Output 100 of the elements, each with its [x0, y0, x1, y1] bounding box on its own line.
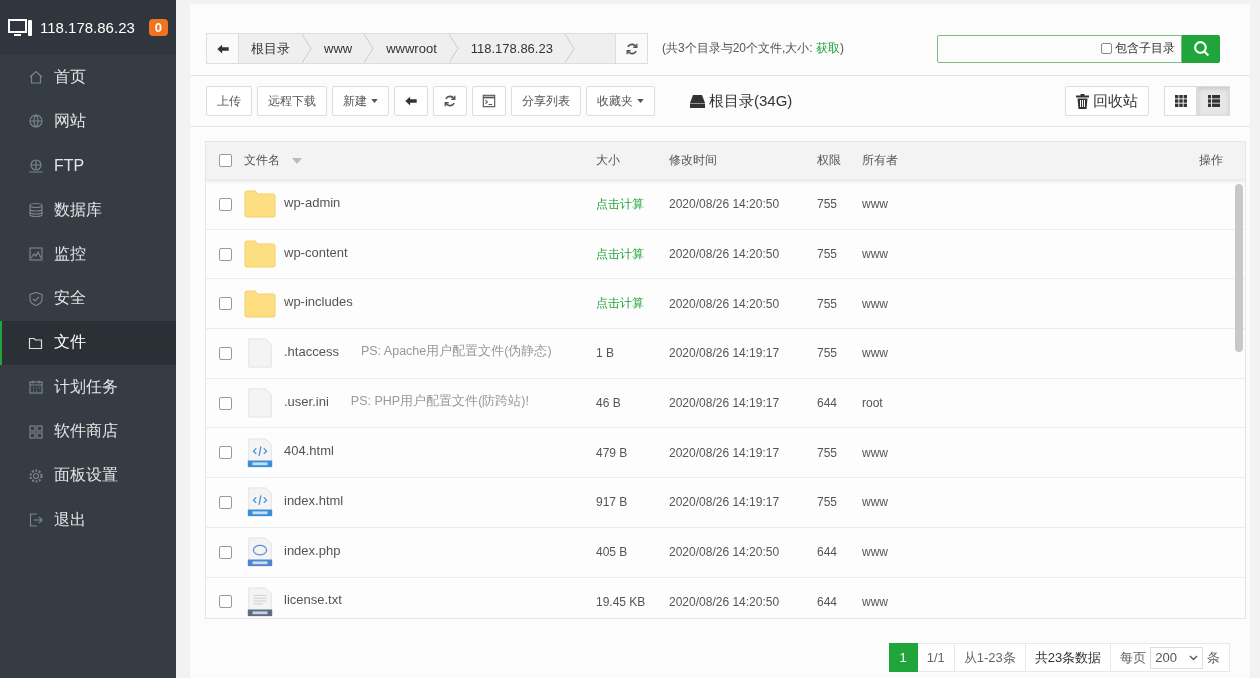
row-checkbox[interactable] [218, 247, 232, 261]
file-name[interactable]: wp-content [284, 244, 348, 260]
hard-drive-icon [690, 94, 705, 108]
file-owner: www [862, 545, 888, 560]
folder-icon [244, 288, 276, 319]
row-checkbox[interactable] [218, 446, 232, 460]
breadcrumb-item[interactable]: wwwroot [374, 34, 449, 63]
row-checkbox[interactable] [218, 297, 232, 311]
per-page-unit: 条 [1207, 648, 1220, 667]
modified-time: 2020/08/26 14:19:17 [669, 396, 780, 411]
file-name[interactable]: wp-includes [284, 294, 353, 310]
modified-time: 2020/08/26 14:20:50 [669, 296, 780, 311]
globe-icon [28, 113, 44, 130]
sidebar-item[interactable]: 计划任务 [0, 365, 176, 410]
checkbox[interactable] [1101, 43, 1112, 54]
search-icon [1192, 40, 1210, 57]
row-checkbox[interactable] [218, 495, 232, 509]
sidebar-item[interactable]: 网站 [0, 99, 176, 144]
sidebar-item[interactable]: 软件商店 [0, 409, 176, 454]
file-size: 405 B [596, 545, 628, 560]
sort-icon[interactable] [292, 157, 302, 164]
file-size: 917 B [596, 495, 628, 510]
terminal-button[interactable] [472, 86, 506, 116]
scrollbar[interactable] [1235, 184, 1243, 352]
caret-icon [371, 99, 378, 103]
row-checkbox[interactable] [218, 346, 232, 360]
breadcrumb-item[interactable]: 根目录 [239, 34, 302, 63]
modified-time: 2020/08/26 14:19:17 [669, 346, 780, 361]
refresh-button[interactable] [615, 34, 647, 63]
per-page-select[interactable]: 200 [1150, 646, 1203, 669]
folder-icon [244, 189, 276, 220]
chevron-icon [448, 34, 459, 63]
row-checkbox[interactable] [218, 396, 232, 410]
permissions: 644 [817, 396, 838, 411]
dropdown-button[interactable]: 收藏夹 [586, 86, 655, 116]
permissions: 755 [817, 197, 838, 212]
chart-icon [28, 246, 44, 263]
chevron-icon [302, 34, 312, 63]
sidebar-item[interactable]: 首页 [0, 55, 176, 100]
row-checkbox[interactable] [218, 197, 232, 211]
settings-icon [28, 467, 44, 484]
disk-label: 根目录(34G) [709, 91, 793, 111]
view-toggle[interactable] [1197, 86, 1230, 116]
view-toggle[interactable] [1164, 86, 1197, 116]
permissions: 755 [817, 495, 838, 510]
file-owner: www [862, 346, 888, 361]
file-name[interactable]: index.html [284, 492, 344, 508]
file-name[interactable]: index.php [284, 542, 341, 558]
file-name[interactable]: 404.html [284, 443, 334, 459]
breadcrumb-item[interactable]: 118.178.86.23 [458, 34, 565, 63]
modified-time: 2020/08/26 14:19:17 [669, 445, 780, 460]
file-size: 479 B [596, 445, 628, 460]
search-button[interactable] [1182, 34, 1220, 63]
checkbox-label: 包含子目录 [1115, 40, 1175, 57]
folder-icon [244, 239, 276, 270]
sidebar-item[interactable]: FTP [0, 143, 176, 188]
file-name[interactable]: license.txt [284, 592, 342, 608]
row-checkbox[interactable] [218, 545, 232, 559]
sidebar-item[interactable]: 退出 [0, 497, 176, 543]
file-size: 1 B [596, 346, 614, 361]
select-all-checkbox[interactable] [218, 154, 232, 167]
back-button[interactable] [394, 86, 428, 116]
file-owner: www [862, 594, 888, 609]
dropdown-button[interactable]: 新建 [332, 86, 389, 116]
refresh-icon [443, 94, 457, 108]
file-name[interactable]: .user.ini [284, 393, 329, 409]
column-header: 所有者 [862, 152, 899, 169]
file-size: 19.45 KB [596, 594, 646, 609]
column-header[interactable]: 文件名 [244, 152, 280, 169]
file-name[interactable]: .htaccess [284, 343, 339, 359]
sidebar-item[interactable]: 文件 [0, 320, 176, 366]
chevron-icon [564, 34, 575, 63]
column-header: 操作 [1199, 152, 1223, 169]
toolbar-button[interactable]: 分享列表 [511, 86, 581, 116]
chevron-down-icon [1189, 654, 1198, 661]
sidebar-item[interactable]: 安全 [0, 276, 176, 321]
directory-summary: (共3个目录与20个文件,大小: 获取) [662, 40, 845, 57]
modified-time: 2020/08/26 14:20:50 [669, 545, 780, 560]
toolbar-button[interactable]: 远程下载 [257, 86, 327, 116]
sidebar-item[interactable]: 面板设置 [0, 453, 176, 498]
refresh-button[interactable] [433, 86, 467, 116]
modified-time: 2020/08/26 14:20:50 [669, 247, 780, 262]
trash-icon [1076, 93, 1089, 109]
back-button[interactable] [207, 34, 239, 63]
search-field[interactable]: 包含子目录 [937, 34, 1182, 63]
record-range: 从1-23条 [954, 643, 1026, 672]
toolbar-button[interactable]: 上传 [206, 86, 252, 116]
caret-icon [637, 99, 644, 103]
recycle-bin-button[interactable]: 回收站 [1065, 86, 1149, 116]
breadcrumb-item[interactable]: www [312, 34, 365, 63]
permissions: 644 [817, 594, 838, 609]
page-count: 1/1 [917, 643, 955, 672]
file-name[interactable]: wp-admin [284, 194, 341, 210]
row-checkbox[interactable] [218, 595, 232, 609]
sidebar-item[interactable]: 数据库 [0, 187, 176, 233]
file-note: PS: Apache用户配置文件(伪静态) [360, 342, 552, 360]
refresh-icon [624, 41, 639, 56]
file-owner: www [862, 495, 888, 510]
file-owner: www [862, 247, 888, 262]
sidebar-item[interactable]: 监控 [0, 232, 176, 277]
